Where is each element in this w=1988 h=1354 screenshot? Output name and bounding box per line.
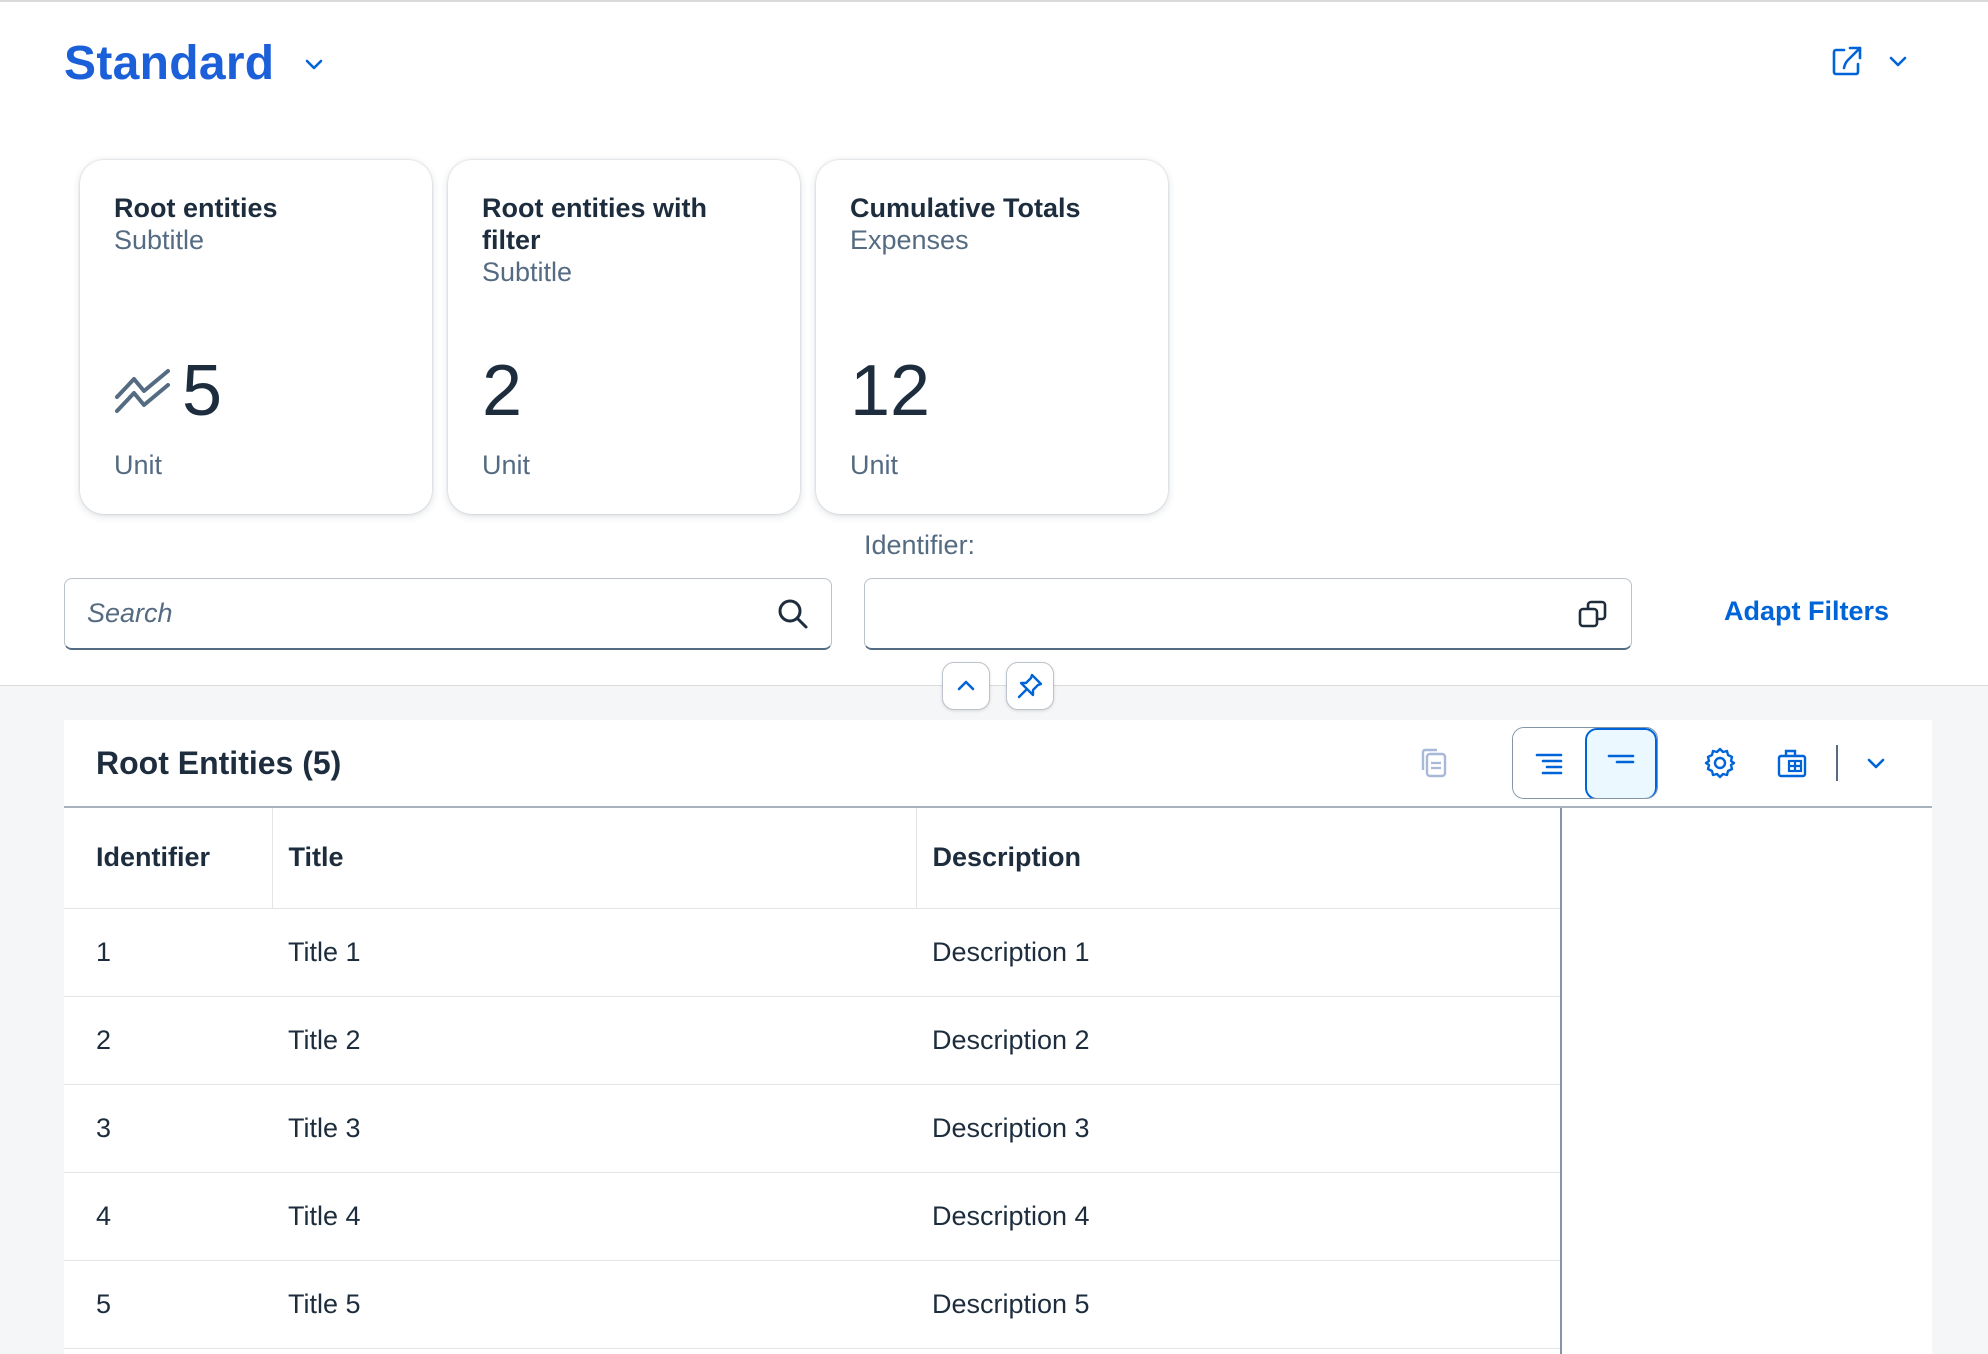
tile-value-container: 5: [114, 350, 222, 432]
table-right-border: [1560, 808, 1562, 1354]
collapse-icon: [1607, 754, 1635, 764]
search-field[interactable]: Search: [64, 578, 832, 650]
table-container: Root Entities (5) Identifier Title Descr…: [64, 720, 1932, 1354]
copy-button[interactable]: [1398, 727, 1470, 799]
tile-subtitle: Expenses: [850, 225, 969, 255]
identifier-label: Identifier:: [864, 530, 976, 560]
toolbar-actions: [1398, 727, 1900, 799]
table-toolbar: Root Entities (5): [64, 720, 1932, 808]
tile-value: 2: [482, 351, 523, 431]
cell-description: Description 1: [916, 908, 1562, 997]
cell-description: Description 2: [916, 996, 1562, 1085]
share-icon[interactable]: [1830, 44, 1864, 78]
data-table: Identifier Title Description 1 Title 1 D…: [64, 808, 1562, 1349]
variant-title[interactable]: Standard: [64, 36, 274, 91]
kpi-tile-cumulative-totals[interactable]: Cumulative Totals Expenses 12 Unit: [816, 160, 1168, 514]
cell-title: Title 5: [272, 1260, 916, 1349]
export-icon: [1777, 749, 1807, 778]
column-header-description[interactable]: Description: [916, 808, 1562, 909]
cell-identifier: 3: [64, 1084, 272, 1173]
column-header-identifier[interactable]: Identifier: [64, 808, 273, 909]
tile-unit: Unit: [850, 450, 899, 480]
export-menu-button[interactable]: [1852, 727, 1900, 799]
value-help-icon[interactable]: [1577, 598, 1609, 630]
expand-icon: [1535, 753, 1563, 775]
identifier-field[interactable]: [864, 578, 1632, 650]
cell-identifier: 1: [64, 908, 272, 997]
collapse-header-button[interactable]: [942, 662, 990, 710]
table-row[interactable]: 2 Title 2 Description 2: [64, 996, 1562, 1085]
table-row[interactable]: 5 Title 5 Description 5: [64, 1260, 1562, 1349]
tile-subtitle: Subtitle: [114, 225, 205, 255]
pin-icon: [1017, 673, 1043, 699]
cell-identifier: 2: [64, 996, 272, 1085]
cell-identifier: 5: [64, 1260, 272, 1349]
copy-icon: [1421, 748, 1447, 778]
cell-title: Title 1: [272, 908, 916, 997]
cell-description: Description 4: [916, 1172, 1562, 1261]
export-button[interactable]: [1756, 727, 1828, 799]
header-actions: [942, 662, 1054, 710]
tile-unit: Unit: [114, 450, 163, 480]
dynamic-page-header: Standard Root entities Subtitle 5 Unit R…: [0, 0, 1988, 686]
trend-icon: [115, 369, 170, 413]
pin-header-button[interactable]: [1006, 662, 1054, 710]
tile-title: Cumulative Totals: [850, 193, 1081, 223]
kpi-tiles: Root entities Subtitle 5 Unit Root entit…: [80, 160, 1168, 514]
table-row[interactable]: 1 Title 1 Description 1: [64, 908, 1562, 997]
table-body-wrap: Identifier Title Description 1 Title 1 D…: [64, 808, 1932, 1354]
cell-title: Title 2: [272, 996, 916, 1085]
cell-description: Description 5: [916, 1260, 1562, 1349]
expand-all-button[interactable]: [1513, 728, 1585, 798]
chevron-down-icon[interactable]: [1886, 49, 1910, 73]
table-header-row: Identifier Title Description: [64, 808, 1562, 909]
tile-title: Root entities: [114, 193, 278, 223]
chevron-down-icon[interactable]: [302, 52, 326, 76]
chevron-down-icon: [1867, 758, 1885, 769]
kpi-tile-root-entities-with-filter[interactable]: Root entities with filter Subtitle 2 Uni…: [448, 160, 800, 514]
table-row[interactable]: 3 Title 3 Description 3: [64, 1084, 1562, 1173]
kpi-tile-root-entities[interactable]: Root entities Subtitle 5 Unit: [80, 160, 432, 514]
gear-icon: [1704, 747, 1736, 779]
cell-identifier: 4: [64, 1172, 272, 1261]
tile-value: 12: [850, 351, 931, 431]
search-input[interactable]: Search: [87, 598, 777, 629]
table-title: Root Entities (5): [96, 744, 342, 781]
adapt-filters-button[interactable]: Adapt Filters: [1724, 596, 1889, 627]
tile-title: Root entities with filter: [482, 193, 707, 255]
variant-management[interactable]: Standard: [64, 36, 326, 91]
cell-description: Description 3: [916, 1084, 1562, 1173]
settings-button[interactable]: [1684, 727, 1756, 799]
collapse-all-button[interactable]: [1585, 728, 1657, 798]
search-icon[interactable]: [777, 598, 809, 630]
tile-unit: Unit: [482, 450, 531, 480]
table-row[interactable]: 4 Title 4 Description 4: [64, 1172, 1562, 1261]
column-header-title[interactable]: Title: [272, 808, 917, 909]
toolbar-separator: [1836, 745, 1838, 781]
chevron-up-icon: [957, 680, 975, 691]
cell-title: Title 3: [272, 1084, 916, 1173]
row-mode-toggle[interactable]: [1512, 727, 1658, 799]
tile-subtitle: Subtitle: [482, 257, 573, 287]
share-menu[interactable]: [1830, 44, 1910, 78]
cell-title: Title 4: [272, 1172, 916, 1261]
tile-value: 5: [182, 351, 223, 431]
